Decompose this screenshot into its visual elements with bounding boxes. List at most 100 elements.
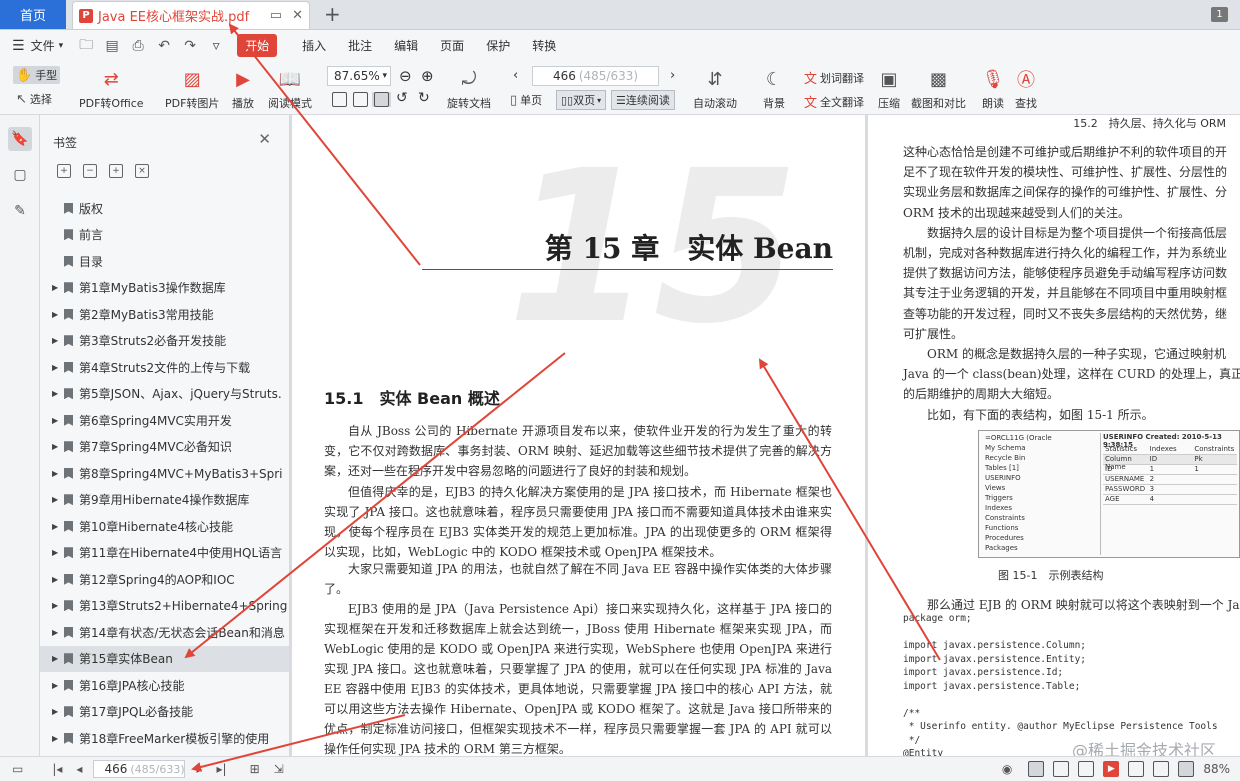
expand-arrow-icon[interactable]: ▶ (52, 654, 64, 663)
bookmark-item[interactable]: ▶ 第13章Struts2+Hibernate4+Spring (40, 593, 289, 620)
more-icon[interactable]: ▿ (208, 38, 224, 54)
find-button[interactable]: Ⓐ 查找 (1014, 67, 1038, 111)
zoom-in-icon[interactable]: ⊕ (421, 67, 434, 85)
eye-icon[interactable]: ◉ (1002, 762, 1012, 776)
fit-page-icon[interactable] (1153, 761, 1170, 777)
document-viewer[interactable]: 15 第 15 章 实体 Bean 15.1 实体 Bean 概述 自从 JBo… (290, 115, 1240, 756)
fit-page-icon[interactable] (372, 92, 391, 107)
book-view-icon[interactable] (1078, 761, 1095, 777)
next-page-icon[interactable]: ▸ (196, 762, 202, 776)
export-icon[interactable]: ⇲ (274, 762, 284, 776)
expand-arrow-icon[interactable]: ▶ (52, 522, 64, 531)
bookmark-item[interactable]: 版权 (40, 195, 289, 222)
zoom-out-icon[interactable]: ⊖ (399, 67, 412, 85)
undo-icon[interactable]: ↶ (156, 38, 172, 54)
save-icon[interactable]: ▤ (104, 38, 120, 54)
new-tab-button[interactable]: + (324, 0, 341, 29)
expand-arrow-icon[interactable]: ▶ (52, 416, 64, 425)
rotate-document-button[interactable]: ⤾ 旋转文档 (447, 67, 491, 111)
hand-tool-button[interactable]: ✋ 手型 (13, 66, 61, 84)
bookmark-item[interactable]: ▶ 第16章JPA核心技能 (40, 672, 289, 699)
status-page-input[interactable]: 466 (485/633) (93, 760, 186, 778)
bookmark-item[interactable]: ▶ 第17章JPQL必备技能 (40, 699, 289, 726)
bookmark-item[interactable]: ▶ 第8章Spring4MVC+MyBatis3+Spri (40, 460, 289, 487)
expand-arrow-icon[interactable]: ▶ (52, 601, 64, 610)
tab-convert[interactable]: 转换 (532, 37, 556, 54)
fit-width-icon[interactable] (351, 92, 370, 107)
bookmark-item[interactable]: ▶ 第18章FreeMarker模板引擎的使用 (40, 725, 289, 752)
pdf-to-image-button[interactable]: ▨ PDF转图片 (165, 67, 219, 111)
read-mode-button[interactable]: 📖 阅读模式 (268, 67, 312, 111)
bookmark-item[interactable]: ▶ 第15章实体Bean (40, 645, 289, 672)
compress-button[interactable]: ▣ 压缩 (877, 67, 901, 111)
expand-arrow-icon[interactable]: ▶ (52, 681, 64, 690)
window-count-badge[interactable]: 1 (1211, 7, 1228, 22)
tab-page[interactable]: 页面 (440, 37, 464, 54)
continuous-read-button[interactable]: ☰ 连续阅读 (611, 90, 675, 110)
expand-arrow-icon[interactable]: ▶ (52, 336, 64, 345)
bookmark-item[interactable]: ▶ 第10章Hibernate4核心技能 (40, 513, 289, 540)
read-aloud-button[interactable]: 🎙 朗读 (981, 67, 1005, 111)
select-tool-button[interactable]: ↖ 选择 (16, 91, 52, 107)
bookmark-item[interactable]: ▶ 第6章Spring4MVC实用开发 (40, 407, 289, 434)
annotation-panel-icon[interactable]: ✎ (8, 199, 32, 223)
expand-all-icon[interactable]: + (57, 164, 71, 178)
bookmark-item[interactable]: ▶ 第5章JSON、Ajax、jQuery与Struts. (40, 381, 289, 408)
actual-size-icon[interactable] (330, 92, 349, 107)
single-page-button[interactable]: ▯ 单页 (510, 92, 542, 108)
zoom-select[interactable]: 87.65% ▾ (327, 66, 391, 86)
first-page-icon[interactable]: |◂ (52, 762, 62, 776)
expand-arrow-icon[interactable]: ▶ (52, 495, 64, 504)
delete-bookmark-icon[interactable]: × (135, 164, 149, 178)
status-zoom[interactable]: 88% (1203, 762, 1230, 776)
single-page-view-icon[interactable] (1028, 761, 1045, 777)
bookmark-item[interactable]: 目录 (40, 248, 289, 275)
bookmark-item[interactable]: ▶ 第4章Struts2文件的上传与下载 (40, 354, 289, 381)
bookmark-item[interactable]: ▶ 第14章有状态/无状态会话Bean和消息 (40, 619, 289, 646)
word-translate-button[interactable]: 文 划词翻译 (804, 68, 864, 88)
tab-home[interactable]: 首页 (0, 0, 66, 29)
page-number-input[interactable]: 466 (485/633) (532, 66, 659, 86)
full-translate-button[interactable]: 文 全文翻译 (804, 92, 864, 112)
insert-page-icon[interactable]: ⊞ (250, 762, 260, 776)
tab-document[interactable]: P Java EE核心框架实战.pdf ▭ ✕ (72, 1, 310, 29)
expand-arrow-icon[interactable]: ▶ (52, 310, 64, 319)
bookmark-item[interactable]: ▶ 第7章Spring4MVC必备知识 (40, 434, 289, 461)
next-page-icon[interactable]: › (670, 68, 675, 83)
tab-protect[interactable]: 保护 (486, 37, 510, 54)
expand-arrow-icon[interactable]: ▶ (52, 469, 64, 478)
print-icon[interactable]: ⎙ (130, 38, 146, 54)
close-icon[interactable]: ✕ (258, 130, 271, 148)
sidebar-toggle-icon[interactable]: ▭ (12, 762, 23, 776)
auto-scroll-button[interactable]: ⇵ 自动滚动 (693, 67, 737, 111)
expand-arrow-icon[interactable]: ▶ (52, 575, 64, 584)
screenshot-compare-button[interactable]: ▩ 截图和对比 (911, 67, 966, 111)
expand-arrow-icon[interactable]: ▶ (52, 548, 64, 557)
expand-arrow-icon[interactable]: ▶ (52, 283, 64, 292)
open-folder-icon[interactable]: 🗀 (78, 37, 94, 54)
tab-start[interactable]: 开始 (237, 34, 278, 57)
double-page-view-icon[interactable] (1053, 761, 1070, 777)
fullscreen-icon[interactable] (1178, 761, 1195, 777)
tab-edit[interactable]: 编辑 (394, 37, 418, 54)
play-icon[interactable]: ▶ (1103, 761, 1120, 777)
expand-arrow-icon[interactable]: ▶ (52, 389, 64, 398)
tab-annotate[interactable]: 批注 (348, 37, 372, 54)
tab-insert[interactable]: 插入 (302, 37, 326, 54)
file-menu[interactable]: ☰ 文件 ▾ (12, 37, 63, 54)
bookmark-item[interactable]: 前言 (40, 222, 289, 249)
previous-page-icon[interactable]: ‹ (513, 68, 518, 83)
redo-icon[interactable]: ↷ (182, 38, 198, 54)
bookmark-item[interactable]: ▶ 第11章在Hibernate4中使用HQL语言 (40, 540, 289, 567)
bookmark-item[interactable]: ▶ 第3章Struts2必备开发技能 (40, 328, 289, 355)
bookmark-panel-icon[interactable]: 🔖 (8, 127, 32, 151)
fit-width-icon[interactable] (1128, 761, 1145, 777)
bookmark-item[interactable]: ▶ 第12章Spring4的AOP和IOC (40, 566, 289, 593)
bookmark-item[interactable]: ▶ 第1章MyBatis3操作数据库 (40, 275, 289, 302)
add-bookmark-icon[interactable]: + (109, 164, 123, 178)
rotate-right-icon[interactable]: ↻ (418, 90, 430, 106)
expand-arrow-icon[interactable]: ▶ (52, 628, 64, 637)
previous-page-icon[interactable]: ◂ (76, 762, 82, 776)
close-icon[interactable]: ✕ (292, 8, 303, 23)
last-page-icon[interactable]: ▸| (216, 762, 226, 776)
